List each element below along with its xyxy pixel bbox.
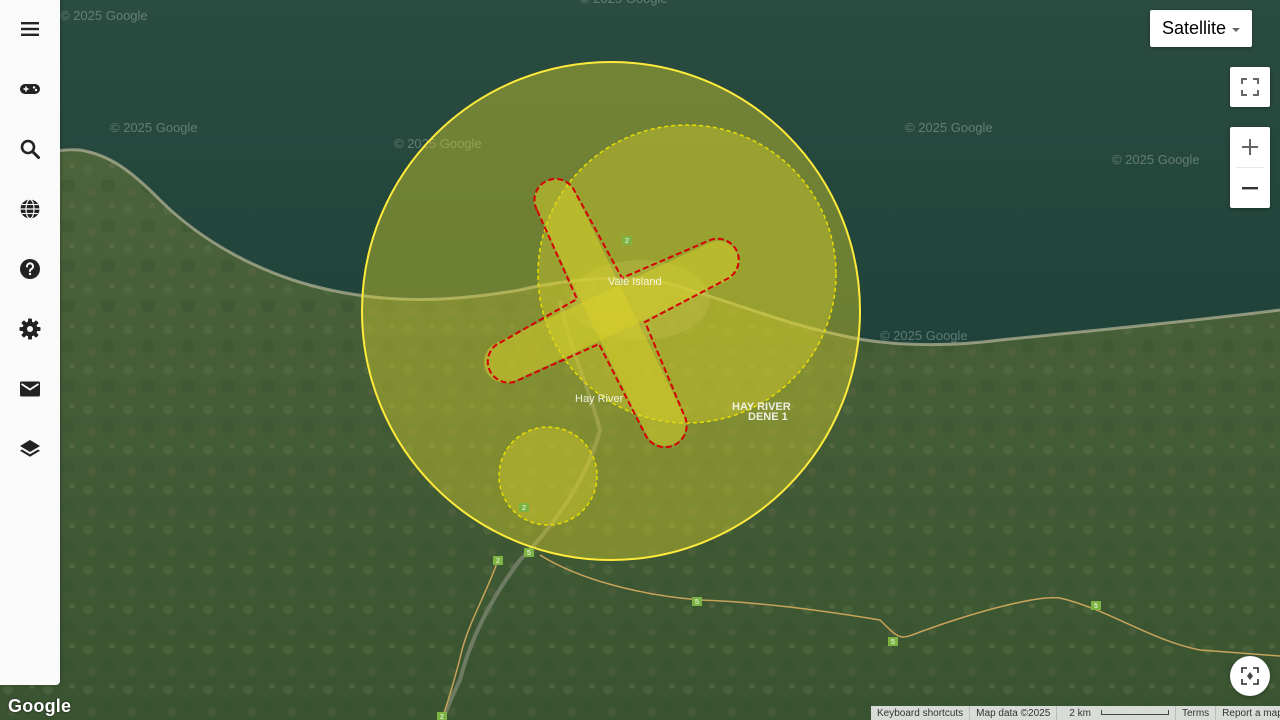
scale-control[interactable]: 2 km [1057,708,1175,719]
watermark-6: © 2025 Google [1112,152,1200,167]
scale-bar [1100,710,1169,716]
svg-text:5: 5 [527,550,531,557]
report-error-link[interactable]: Report a map error [1216,708,1280,719]
route-shield: 5 [1091,601,1101,610]
recenter-button[interactable] [1230,656,1270,696]
search-icon [20,139,40,159]
svg-text:2: 2 [440,714,444,720]
attribution-bar: Keyboard shortcuts Map data ©2025 2 km T… [871,706,1280,720]
gear-icon [19,318,41,340]
terms-link[interactable]: Terms [1176,708,1215,719]
svg-text:5: 5 [695,599,699,606]
globe-icon [20,198,40,220]
globe-button[interactable] [0,187,60,231]
zoom-out-icon [1242,187,1258,190]
search-button[interactable] [0,127,60,171]
zoom-control [1230,127,1270,208]
menu-icon [21,22,39,36]
zoom-out-button[interactable] [1230,168,1270,208]
route-shield: 2 [519,503,529,512]
menu-button[interactable] [0,7,60,51]
route-shield: 5 [888,637,898,646]
route-shield: 2 [622,236,632,245]
keyboard-shortcuts-link[interactable]: Keyboard shortcuts [871,708,969,719]
route-shield: 5 [692,597,702,606]
zoom-in-icon [1242,139,1258,155]
gamepad-button[interactable] [0,67,60,111]
zoom-in-button[interactable] [1230,127,1270,167]
scale-label: 2 km [1069,707,1091,719]
label-hay-river: Hay River [575,393,624,405]
satellite-map[interactable]: © 2025 Google © 2025 Google © 2025 Googl… [0,0,1280,720]
help-icon [20,259,40,279]
map-type-label: Satellite [1161,18,1227,38]
watermark-7: © 2025 Google [880,328,968,343]
label-vale-island: Vale Island [608,276,662,288]
mail-icon [20,381,40,397]
label-reserve-2: DENE 1 [748,411,788,423]
route-shield: 5 [524,548,534,557]
svg-text:2: 2 [625,238,629,245]
settings-button[interactable] [0,307,60,351]
svg-text:2: 2 [496,558,500,565]
watermark-5: © 2025 Google [905,120,993,135]
svg-text:5: 5 [1094,603,1098,610]
chevron-down-icon [1232,27,1241,32]
map-type-dropdown[interactable]: Satellite [1150,10,1252,47]
watermark-4: © 2025 Google [580,0,668,6]
route-shield: 2 [493,556,503,565]
watermark-2: © 2025 Google [110,120,198,135]
sidebar [0,0,60,685]
layers-button[interactable] [0,427,60,471]
fullscreen-control [1230,67,1270,107]
watermark-1: © 2025 Google [60,8,148,23]
map-data-text: Map data ©2025 [976,707,1051,719]
route-shield: 2 [437,712,447,720]
airspace-zone-small[interactable] [498,426,598,526]
layers-icon [20,440,40,457]
fullscreen-icon [1241,78,1259,96]
svg-text:5: 5 [891,639,895,646]
google-logo[interactable]: Google [8,696,71,717]
recenter-icon [1241,667,1259,685]
svg-text:2: 2 [522,505,526,512]
fullscreen-button[interactable] [1230,67,1270,107]
gamepad-icon [20,84,40,94]
mail-button[interactable] [0,367,60,411]
help-button[interactable] [0,247,60,291]
